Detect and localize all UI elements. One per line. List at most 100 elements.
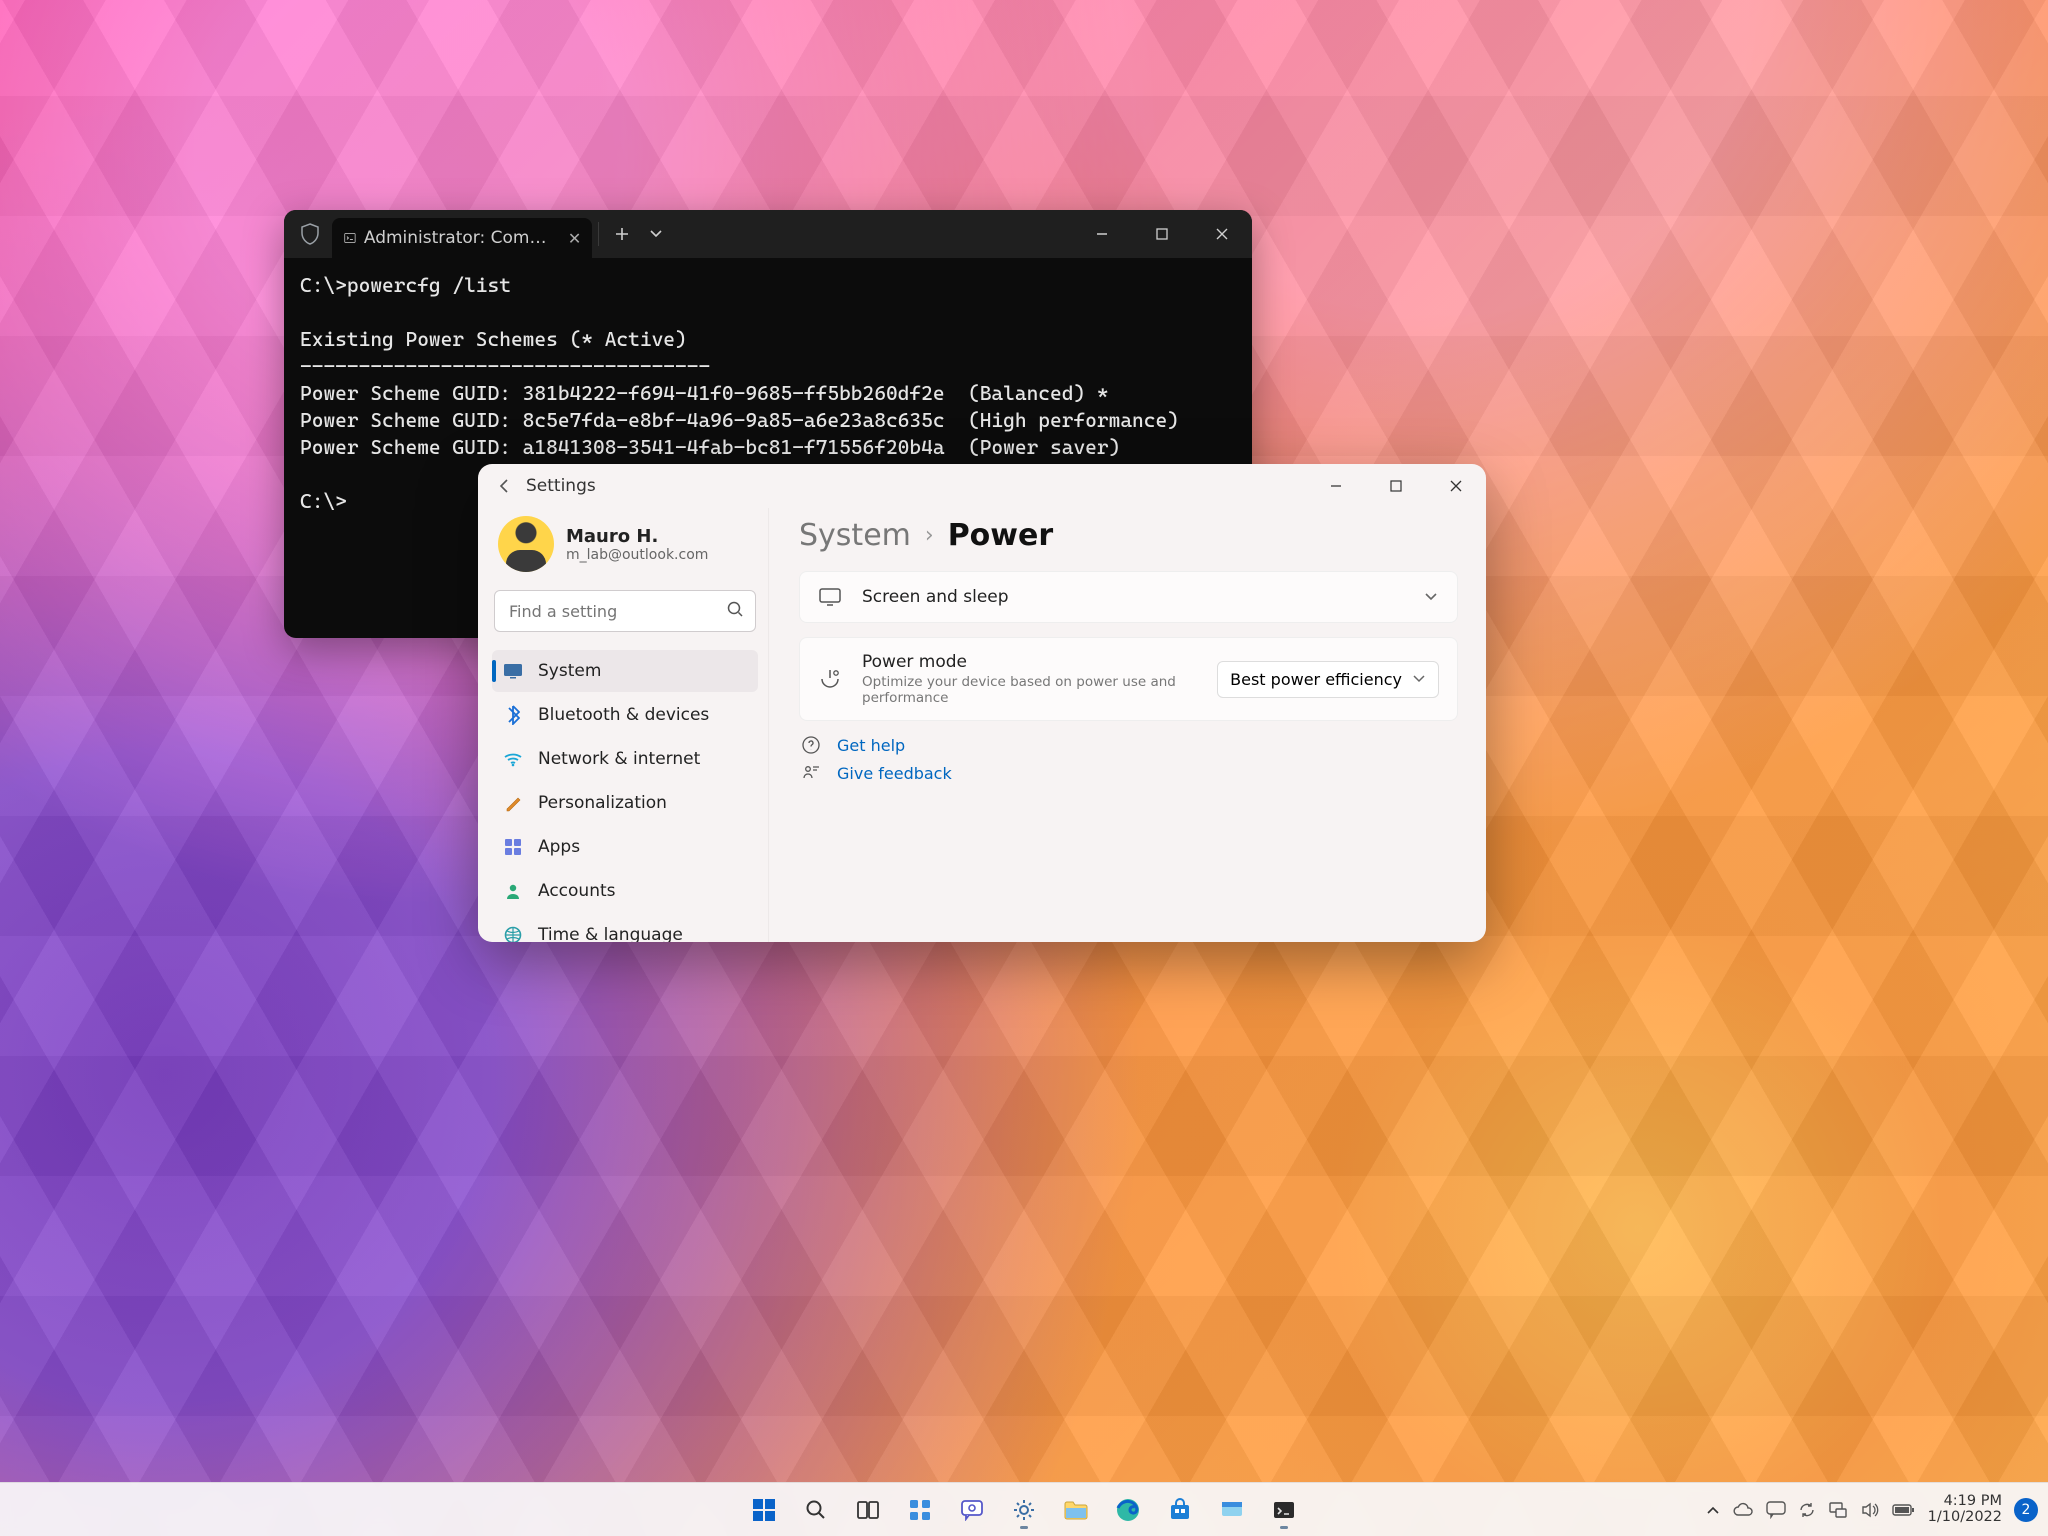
taskbar-app-store[interactable]: [1159, 1489, 1201, 1531]
taskbar-app-generic1[interactable]: [1211, 1489, 1253, 1531]
search-input[interactable]: [494, 590, 756, 632]
user-name: Mauro H.: [566, 526, 708, 547]
nav-icon: [502, 705, 524, 725]
settings-minimize-button[interactable]: [1306, 464, 1366, 508]
minimize-button[interactable]: [1072, 210, 1132, 258]
sidebar-item-label: Accounts: [538, 881, 616, 901]
start-button[interactable]: [743, 1489, 785, 1531]
tab-dropdown-button[interactable]: [639, 217, 673, 251]
close-button[interactable]: [1192, 210, 1252, 258]
taskbar-tray[interactable]: 4:19 PM 1/10/2022 2: [1706, 1494, 2048, 1524]
settings-titlebar[interactable]: Settings: [478, 464, 1486, 508]
terminal-tab[interactable]: Administrator: Command Prom ✕: [332, 218, 592, 258]
sidebar-item-network-internet[interactable]: Network & internet: [492, 738, 758, 780]
back-button[interactable]: [488, 469, 522, 503]
settings-maximize-button[interactable]: [1366, 464, 1426, 508]
breadcrumb-current: Power: [948, 518, 1053, 553]
maximize-icon: [1390, 480, 1402, 492]
user-account-card[interactable]: Mauro H. m_lab@outlook.com: [492, 512, 758, 576]
minimize-icon: [1095, 227, 1109, 241]
sidebar-item-apps[interactable]: Apps: [492, 826, 758, 868]
expand-button[interactable]: [1423, 591, 1439, 603]
sidebar-item-label: Apps: [538, 837, 580, 857]
volume-tray-icon[interactable]: [1860, 1501, 1880, 1519]
new-tab-button[interactable]: [605, 217, 639, 251]
settings-window[interactable]: Settings Mauro H. m_lab@outlook.com: [478, 464, 1486, 942]
sidebar-item-label: Bluetooth & devices: [538, 705, 709, 725]
card-subtitle: Optimize your device based on power use …: [862, 674, 1199, 706]
chat-button[interactable]: [951, 1489, 993, 1531]
widgets-icon: [908, 1498, 932, 1522]
sidebar-item-accounts[interactable]: Accounts: [492, 870, 758, 912]
widgets-button[interactable]: [899, 1489, 941, 1531]
maximize-button[interactable]: [1132, 210, 1192, 258]
nav-icon: [502, 926, 524, 942]
taskbar-app-terminal[interactable]: [1263, 1489, 1305, 1531]
maximize-icon: [1156, 228, 1168, 240]
taskbar-search-button[interactable]: [795, 1489, 837, 1531]
help-icon: [801, 735, 823, 755]
shield-icon: [296, 220, 324, 248]
terminal-titlebar[interactable]: Administrator: Command Prom ✕: [284, 210, 1252, 258]
tray-overflow-button[interactable]: [1706, 1505, 1720, 1515]
taskbar[interactable]: 4:19 PM 1/10/2022 2: [0, 1482, 2048, 1536]
taskbar-app-explorer[interactable]: [1055, 1489, 1097, 1531]
chevron-up-icon: [1706, 1505, 1720, 1515]
taskbar-app-edge[interactable]: [1107, 1489, 1149, 1531]
user-email: m_lab@outlook.com: [566, 547, 708, 563]
plus-icon: [615, 227, 629, 241]
sidebar-item-personalization[interactable]: Personalization: [492, 782, 758, 824]
sync-icon: [1798, 1501, 1816, 1519]
close-icon: [1216, 228, 1228, 240]
edge-icon: [1115, 1497, 1141, 1523]
network-icon: [1828, 1501, 1848, 1519]
settings-close-button[interactable]: [1426, 464, 1486, 508]
taskbar-center: [743, 1489, 1305, 1531]
power-mode-dropdown[interactable]: Best power efficiency: [1217, 661, 1439, 698]
battery-icon: [1892, 1503, 1916, 1517]
settings-main: System › Power Screen and sleep: [768, 508, 1486, 942]
desktop: Administrator: Command Prom ✕ C:\>powerc…: [0, 0, 2048, 1536]
chat-tray-icon[interactable]: [1766, 1501, 1786, 1519]
clock-date: 1/10/2022: [1928, 1510, 2002, 1525]
chat-icon: [960, 1499, 984, 1521]
speaker-icon: [1860, 1501, 1880, 1519]
store-icon: [1168, 1498, 1192, 1522]
power-mode-card: Power mode Optimize your device based on…: [799, 637, 1458, 721]
help-label: Get help: [837, 736, 905, 755]
network-tray-icon[interactable]: [1828, 1501, 1848, 1519]
nav-icon: [502, 751, 524, 767]
give-feedback-link[interactable]: Give feedback: [801, 763, 1458, 783]
tab-close-icon[interactable]: ✕: [567, 229, 582, 248]
taskbar-clock[interactable]: 4:19 PM 1/10/2022: [1928, 1494, 2002, 1524]
taskbar-app-settings[interactable]: [1003, 1489, 1045, 1531]
task-view-button[interactable]: [847, 1489, 889, 1531]
sidebar-item-label: Time & language: [538, 925, 683, 942]
sidebar-item-label: Personalization: [538, 793, 667, 813]
card-title: Power mode: [862, 652, 1199, 672]
folder-icon: [1063, 1499, 1089, 1521]
minimize-icon: [1329, 479, 1343, 493]
nav-icon: [502, 794, 524, 812]
feedback-label: Give feedback: [837, 764, 952, 783]
clock-time: 4:19 PM: [1928, 1494, 2002, 1509]
close-icon: [1450, 480, 1462, 492]
get-help-link[interactable]: Get help: [801, 735, 1458, 755]
search-icon: [726, 600, 744, 618]
sidebar-item-time-language[interactable]: Time & language: [492, 914, 758, 942]
sidebar-item-bluetooth-devices[interactable]: Bluetooth & devices: [492, 694, 758, 736]
onedrive-tray-icon[interactable]: [1732, 1502, 1754, 1518]
breadcrumb-parent[interactable]: System: [799, 518, 911, 553]
window-title: Settings: [526, 476, 596, 496]
settings-search[interactable]: [494, 590, 756, 632]
cmd-icon: [344, 230, 356, 246]
cloud-icon: [1732, 1502, 1754, 1518]
battery-tray-icon[interactable]: [1892, 1503, 1916, 1517]
gear-icon: [1011, 1497, 1037, 1523]
updates-tray-icon[interactable]: [1798, 1501, 1816, 1519]
notification-badge[interactable]: 2: [2014, 1498, 2038, 1522]
search-icon: [804, 1498, 828, 1522]
app-icon: [1220, 1499, 1244, 1521]
screen-and-sleep-card[interactable]: Screen and sleep: [799, 571, 1458, 623]
sidebar-item-system[interactable]: System: [492, 650, 758, 692]
